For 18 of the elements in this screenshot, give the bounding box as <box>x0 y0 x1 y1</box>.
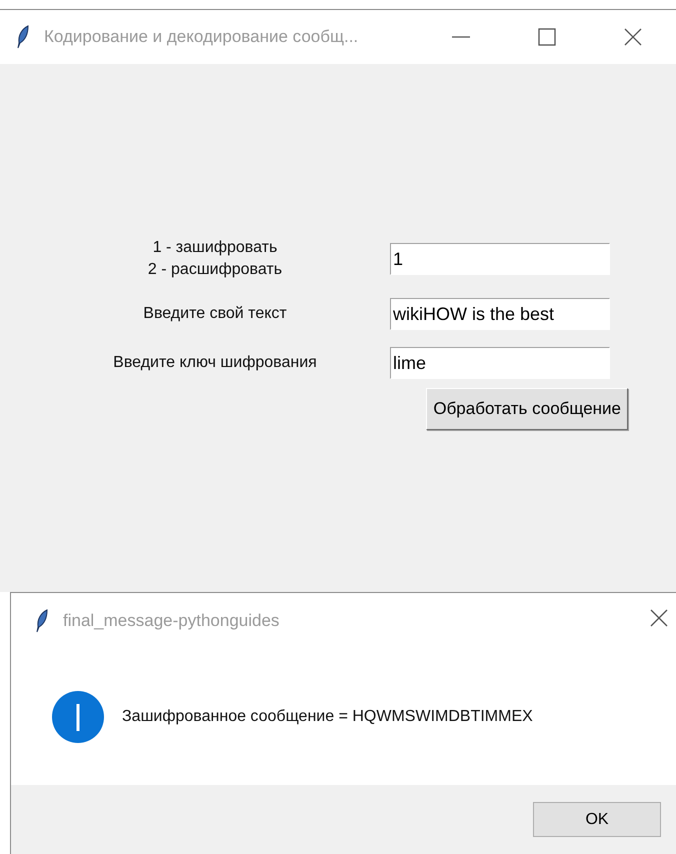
dialog-title: final_message-pythonguides <box>63 610 280 630</box>
process-button[interactable]: Обработать сообщение <box>426 388 628 430</box>
maximize-icon[interactable] <box>538 28 556 46</box>
close-icon[interactable] <box>624 28 642 46</box>
ok-button[interactable]: OK <box>533 802 661 837</box>
field-label: Введите ключ шифрования <box>112 353 318 373</box>
window-title: Кодирование и декодирование сообщ... <box>44 27 358 47</box>
input-field[interactable]: 1 <box>390 243 610 275</box>
input-field[interactable]: wikiHOW is the best <box>390 298 610 330</box>
field-label: Введите свой текст <box>142 304 288 324</box>
feather-icon <box>35 608 49 632</box>
info-icon <box>52 690 104 742</box>
dialog-message: Зашифрованное сообщение = HQWMSWIMDBTIMMEX <box>122 708 533 726</box>
feather-icon <box>16 25 30 49</box>
field-label: 1 - зашифровать 2 - расшифровать <box>146 238 284 280</box>
close-icon[interactable] <box>650 609 668 627</box>
input-field[interactable]: lime <box>390 347 610 379</box>
minimize-icon[interactable] <box>452 36 470 38</box>
